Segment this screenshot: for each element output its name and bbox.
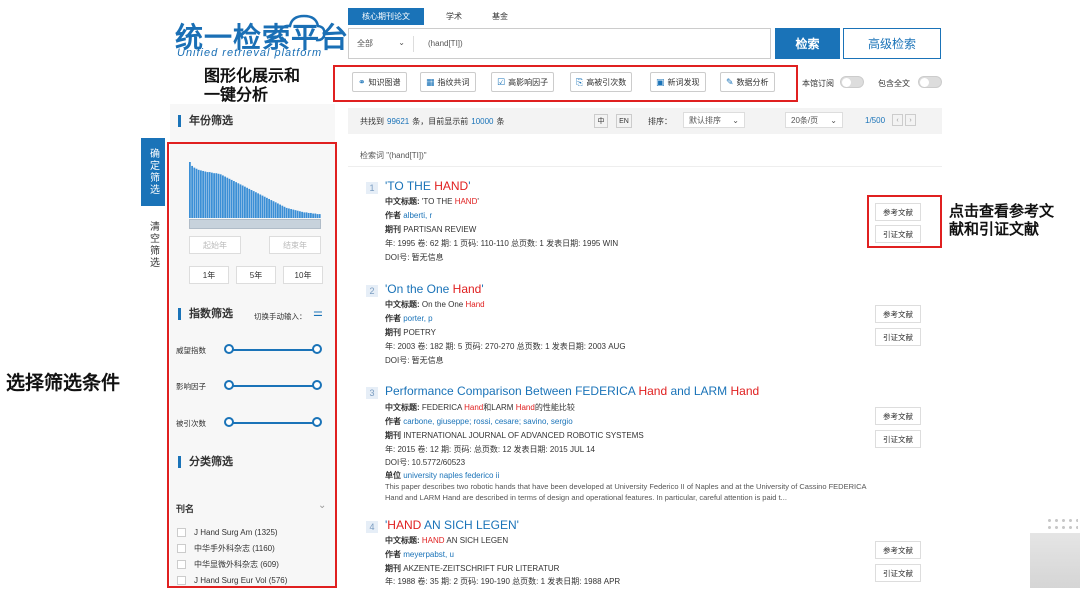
citations-button[interactable]: 引证文献 (875, 430, 921, 448)
annotation-viz: 图形化展示和 一键分析 (204, 66, 301, 105)
tool-high-impact[interactable]: ☑ 高影响因子 (491, 72, 555, 92)
advanced-search-button[interactable]: 高级检索 (843, 28, 941, 59)
lang-en-button[interactable]: EN (616, 114, 632, 128)
result-authors: 作者 alberti, r (385, 211, 433, 220)
tab-core-journals[interactable]: 核心期刊论文 (348, 8, 424, 25)
chevron-down-icon: ⌄ (398, 38, 405, 47)
result-title[interactable]: 'On the One Hand' (385, 282, 484, 296)
tab-academic[interactable]: 学术 (432, 8, 476, 25)
search-button[interactable]: 检索 (775, 28, 840, 59)
tool-high-cited[interactable]: ⎘ 高被引次数 (570, 72, 633, 92)
result-journal: 期刊 INTERNATIONAL JOURNAL OF ADVANCED ROB… (385, 431, 644, 440)
result-number: 3 (366, 387, 378, 399)
highlight-box-filters (167, 142, 337, 588)
citations-button[interactable]: 引证文献 (875, 328, 921, 346)
author-link[interactable]: porter, p (403, 314, 432, 323)
result-meta: 年: 1988 卷: 35 期: 2 页码: 190-190 总页数: 1 发表… (385, 577, 621, 586)
result-cn-title: 中文标题: FEDERICA Hand和LARM Hand的性能比较 (385, 403, 575, 412)
sort-select[interactable]: 默认排序 ⌄ (683, 112, 745, 128)
result-title[interactable]: 'HAND AN SICH LEGEN' (385, 518, 519, 532)
scope-select[interactable]: 全部 ⌄ (349, 38, 413, 49)
result-journal: 期刊 POETRY (385, 328, 436, 337)
chart-icon: ☑ (497, 76, 506, 87)
tool-fingerprint[interactable]: ▦ 指纹共词 (420, 72, 476, 92)
result-authors: 作者 carbone, giuseppe; rossi, cesare; sav… (385, 417, 573, 426)
citations-button[interactable]: 引证文献 (875, 564, 921, 582)
result-journal: 期刊 AKZENTE-ZEITSCHRIFT FUR LITERATUR (385, 564, 560, 573)
result-abstract: This paper describes two robotic hands t… (385, 482, 867, 502)
result-cn-title: 中文标题: 'TO THE HAND' (385, 197, 479, 206)
sort-label: 排序： (648, 117, 672, 126)
year-filter-title: 年份筛选 (178, 115, 233, 127)
toggle-subscribed[interactable] (840, 76, 864, 88)
search-input[interactable]: (hand[TI]) (414, 39, 463, 48)
image-icon: ▣ (656, 76, 665, 87)
highlight-box-refs (867, 195, 942, 248)
author-link[interactable]: alberti, r (403, 211, 432, 220)
result-unit: 单位 university naples federico ii (385, 471, 500, 480)
result-meta: 年: 2015 卷: 12 期: 页码: 总页数: 12 发表日期: 2015 … (385, 445, 596, 454)
clear-filter-button[interactable]: 清空筛选 (141, 210, 165, 280)
references-button[interactable]: 参考文献 (875, 305, 921, 323)
tool-knowledge-graph[interactable]: ⚭ 知识图谱 (352, 72, 407, 92)
divider (348, 166, 942, 167)
annotation-refs: 点击查看参考文 献和引证文献 (949, 202, 1055, 238)
lang-zh-button[interactable]: 中 (594, 114, 608, 128)
per-page-select[interactable]: 20条/页 ⌄ (785, 112, 843, 128)
cloud-logo-icon (278, 14, 326, 42)
result-meta: 年: 2003 卷: 182 期: 5 页码: 270-270 总页数: 1 发… (385, 342, 626, 351)
result-number: 2 (366, 285, 378, 297)
result-authors: 作者 porter, p (385, 314, 433, 323)
fingerprint-icon: ▦ (426, 76, 435, 87)
analysis-icon: ✎ (726, 76, 734, 87)
chevron-down-icon: ⌄ (830, 115, 837, 125)
result-meta: 年: 1995 卷: 62 期: 1 页码: 110-110 总页数: 1 发表… (385, 239, 619, 248)
graph-icon: ⚭ (358, 76, 366, 87)
references-button[interactable]: 参考文献 (875, 407, 921, 425)
search-box: 全部 ⌄ (hand[TI]) (348, 28, 771, 59)
author-link[interactable]: meyerpabst, u (403, 550, 454, 559)
result-doi: DOI号: 暂无信息 (385, 356, 444, 365)
confirm-filter-button[interactable]: 确定筛选 (141, 138, 165, 206)
result-doi: DOI号: 10.5772/60523 (385, 458, 466, 467)
author-link[interactable]: carbone, giuseppe; rossi, cesare; savino… (403, 417, 572, 426)
references-button[interactable]: 参考文献 (875, 541, 921, 559)
result-number: 1 (366, 182, 378, 194)
decor-block (1030, 533, 1080, 588)
page-indicator: 1/500 (865, 116, 886, 125)
toggle-label-fulltext: 包含全文 (878, 79, 910, 88)
result-cn-title: 中文标题: HAND AN SICH LEGEN (385, 536, 509, 545)
unit-link[interactable]: university naples federico ii (403, 471, 499, 480)
citation-icon: ⎘ (576, 76, 584, 87)
toggle-label-subscribed: 本馆订阅 (802, 79, 834, 88)
results-bar: 共找到 99621 条，目前显示前 10000 条 (348, 108, 942, 134)
logo-subtitle: Unified retrieval platform (177, 47, 323, 59)
result-number: 4 (366, 521, 378, 533)
search-tabs: 核心期刊论文 学术 基金 (348, 8, 522, 25)
toggle-fulltext[interactable] (918, 76, 942, 88)
next-page-icon[interactable]: › (905, 114, 916, 126)
tool-new-words[interactable]: ▣ 新词发现 (650, 72, 706, 92)
result-cn-title: 中文标题: On the One Hand (385, 300, 485, 309)
result-authors: 作者 meyerpabst, u (385, 550, 454, 559)
tool-data-analysis[interactable]: ✎ 数据分析 (720, 72, 775, 92)
result-title[interactable]: 'TO THE HAND' (385, 179, 471, 193)
annotation-filter: 选择筛选条件 (6, 372, 121, 394)
chevron-down-icon: ⌄ (732, 115, 739, 125)
query-label: 检索词 "(hand[TI])" (360, 151, 427, 160)
result-doi: DOI号: 暂无信息 (385, 253, 444, 262)
prev-page-icon[interactable]: ‹ (892, 114, 903, 126)
result-journal: 期刊 PARTISAN REVIEW (385, 225, 477, 234)
result-title[interactable]: Performance Comparison Between FEDERICA … (385, 384, 759, 398)
tab-fund[interactable]: 基金 (478, 8, 522, 25)
